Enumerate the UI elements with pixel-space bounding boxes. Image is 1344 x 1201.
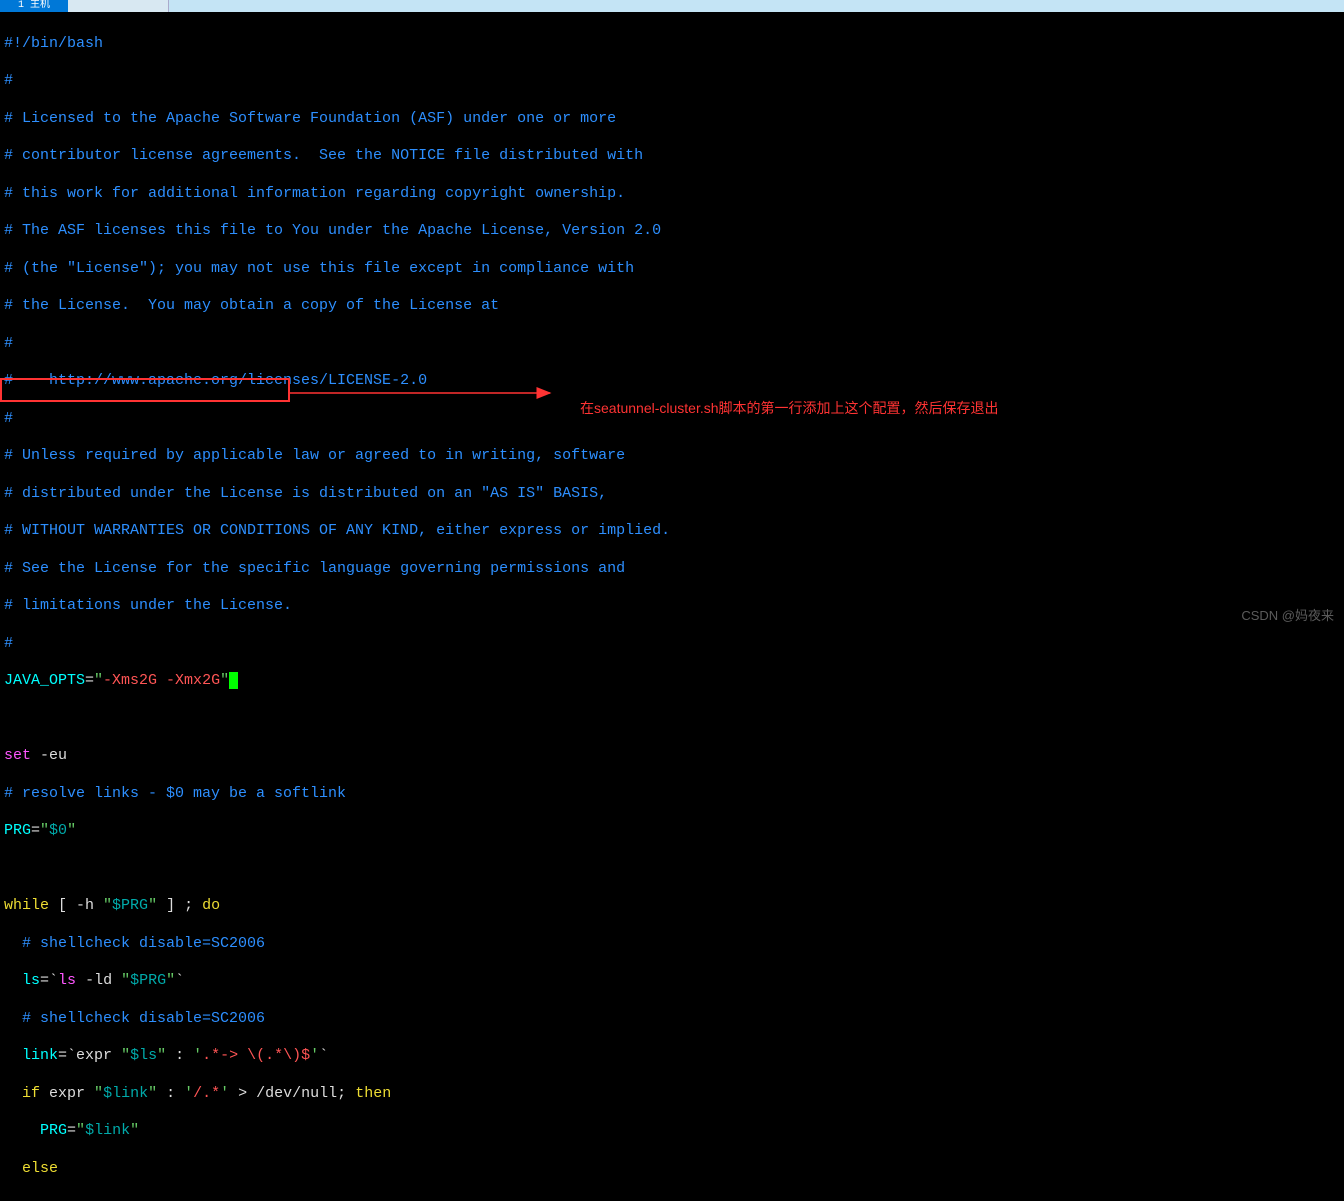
- code-line: #: [4, 635, 1340, 654]
- code-line: # distributed under the License is distr…: [4, 485, 1340, 504]
- code-line: # resolve links - $0 may be a softlink: [4, 785, 1340, 804]
- code-line: # limitations under the License.: [4, 597, 1340, 616]
- code-line: # The ASF licenses this file to You unde…: [4, 222, 1340, 241]
- code-line: # shellcheck disable=SC2006: [4, 935, 1340, 954]
- annotation-text: 在seatunnel-cluster.sh脚本的第一行添加上这个配置，然后保存退…: [580, 400, 999, 418]
- code-line-highlighted: JAVA_OPTS="-Xms2G -Xmx2G": [4, 672, 1340, 691]
- code-line: ls=`ls -ld "$PRG"`: [4, 972, 1340, 991]
- cursor: [229, 672, 238, 689]
- code-editor[interactable]: #!/bin/bash # # Licensed to the Apache S…: [0, 12, 1344, 1201]
- code-line: #!/bin/bash: [4, 35, 1340, 54]
- code-line: else: [4, 1160, 1340, 1179]
- code-line: [4, 860, 1340, 879]
- code-line: # Unless required by applicable law or a…: [4, 447, 1340, 466]
- code-line: # http://www.apache.org/licenses/LICENSE…: [4, 372, 1340, 391]
- code-line: # shellcheck disable=SC2006: [4, 1010, 1340, 1029]
- code-line: # See the License for the specific langu…: [4, 560, 1340, 579]
- code-line: # this work for additional information r…: [4, 185, 1340, 204]
- tab-active[interactable]: 1 主机: [0, 0, 68, 12]
- code-line: # Licensed to the Apache Software Founda…: [4, 110, 1340, 129]
- code-line: while [ -h "$PRG" ] ; do: [4, 897, 1340, 916]
- code-line: PRG="$link": [4, 1122, 1340, 1141]
- code-line: [4, 710, 1340, 729]
- code-line: # the License. You may obtain a copy of …: [4, 297, 1340, 316]
- tab-inactive[interactable]: [68, 0, 169, 12]
- code-line: # (the "License"); you may not use this …: [4, 260, 1340, 279]
- code-line: # WITHOUT WARRANTIES OR CONDITIONS OF AN…: [4, 522, 1340, 541]
- code-line: if expr "$link" : '/.*' > /dev/null; the…: [4, 1085, 1340, 1104]
- code-line: set -eu: [4, 747, 1340, 766]
- code-line: PRG="$0": [4, 822, 1340, 841]
- code-line: link=`expr "$ls" : '.*-> \(.*\)$'`: [4, 1047, 1340, 1066]
- watermark: CSDN @妈夜来: [1241, 608, 1334, 624]
- code-line: # contributor license agreements. See th…: [4, 147, 1340, 166]
- title-bar: 1 主机: [0, 0, 1344, 12]
- code-line: #: [4, 335, 1340, 354]
- code-line: #: [4, 72, 1340, 91]
